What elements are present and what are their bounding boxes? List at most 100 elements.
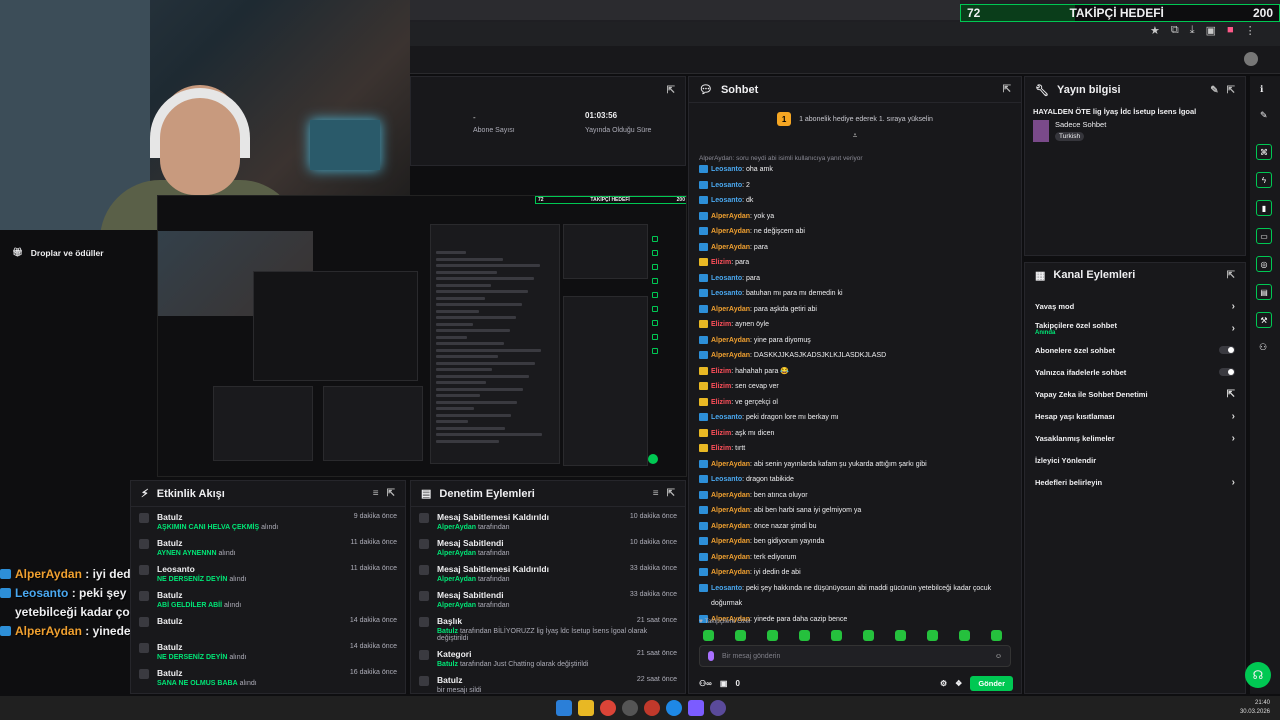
chat-message[interactable]: Elizim: para <box>689 255 1021 271</box>
opera-icon[interactable] <box>644 700 660 716</box>
bolt-icon[interactable]: ϟ <box>1256 172 1272 188</box>
chevron-down-icon[interactable]: ⩡ <box>689 131 1021 141</box>
channel-action-3[interactable]: Abonelere özel sohbet <box>1025 339 1245 361</box>
channel-action-7[interactable]: Yasaklanmış kelimeler › <box>1025 427 1245 449</box>
channel-action-5[interactable]: Yapay Zeka ile Sohbet Denetimi ⇱ <box>1025 383 1245 405</box>
popout-icon[interactable]: ⇱ <box>667 488 675 499</box>
toggle-switch[interactable] <box>1219 346 1235 354</box>
chat-username[interactable]: Leosanto <box>711 585 742 592</box>
extensions-icon[interactable]: ⧉ <box>1171 24 1179 37</box>
chat-username[interactable]: AlperAydan <box>711 461 750 468</box>
chat-username[interactable]: AlperAydan <box>711 352 750 359</box>
emote-icon[interactable] <box>831 630 842 641</box>
send-button[interactable]: Gönder <box>970 675 1013 691</box>
chat-username[interactable]: Leosanto <box>711 166 742 173</box>
mod-action-item[interactable]: Batulz bir mesajı sildi 22 saat önce <box>411 670 685 696</box>
filter-icon[interactable]: ≡ <box>373 488 379 499</box>
activity-item[interactable]: Batulz SANA NE OLMUS BABA alındı 16 dakika… <box>131 663 405 689</box>
broadcast-icon[interactable]: ◎ <box>1256 256 1272 272</box>
chat-icon[interactable]: ▭ <box>1256 228 1272 244</box>
chat-username[interactable]: Elizim <box>711 399 731 406</box>
users-icon[interactable]: ⚇∞ <box>699 679 712 688</box>
chat-username[interactable]: AlperAydan <box>711 507 750 514</box>
chat-username[interactable]: Elizim <box>711 259 731 266</box>
chat-username[interactable]: AlperAydan <box>711 213 750 220</box>
popout-icon[interactable]: ⇱ <box>1227 270 1235 281</box>
mod-action-item[interactable]: Kategori Batulz tarafından Just Chatting … <box>411 644 685 670</box>
channel-action-4[interactable]: Yalnızca ifadelerle sohbet <box>1025 361 1245 383</box>
mod-action-item[interactable]: Mesaj Sabitlendi AlperAydan tarafından 10 … <box>411 533 685 559</box>
mod-action-item[interactable]: Mesaj Sabitlemesi Kaldırıldı AlperAydan t… <box>411 559 685 585</box>
chat-message[interactable]: AlperAydan: ben atınca oluyor <box>689 488 1021 504</box>
emoji-icon[interactable]: ☺ <box>995 653 1002 660</box>
chat-username[interactable]: Leosanto <box>711 197 742 204</box>
chat-username[interactable]: Leosanto <box>711 182 742 189</box>
bookmark-icon[interactable]: ▮ <box>1256 200 1272 216</box>
activity-item[interactable]: Batulz AYNEN AYNENNN alındı 11 dakika önce <box>131 533 405 559</box>
avatar[interactable] <box>1244 52 1258 66</box>
chat-username[interactable]: Leosanto <box>711 414 742 421</box>
popout-icon[interactable]: ⇱ <box>667 85 675 96</box>
chat-message[interactable]: Elizim: ve gerçekçi ol <box>689 395 1021 411</box>
chat-username[interactable]: Elizim <box>711 368 731 375</box>
chat-message[interactable]: AlperAydan: para <box>689 240 1021 256</box>
chat-message[interactable]: Leosanto: peki dragon lore mı berkay mı <box>689 410 1021 426</box>
emote-icon[interactable] <box>735 630 746 641</box>
activity-item[interactable]: Batulz ABİ GELDİLER ABİİ alındı <box>131 585 405 611</box>
chat-message[interactable]: Leosanto: peki şey hakkında ne düşünüyos… <box>689 581 1021 612</box>
activity-item[interactable]: Batulz 14 dakika önce <box>131 611 405 637</box>
chat-message[interactable]: AlperAydan: para aşkda getiri abi <box>689 302 1021 318</box>
activity-item[interactable]: Batulz AŞKIMIN CANI HELVA ÇEKMİŞ alındı 9 … <box>131 507 405 533</box>
download-icon[interactable]: ⤓ <box>1190 24 1195 37</box>
chat-message[interactable]: Leosanto: 2 <box>689 178 1021 194</box>
layout-icon[interactable]: ▤ <box>1256 284 1272 300</box>
obs-icon[interactable] <box>710 700 726 716</box>
tag-pill[interactable]: Turkish <box>1055 132 1085 141</box>
popout-icon[interactable]: ⇱ <box>1227 85 1235 96</box>
gear-icon[interactable]: ⚙ <box>940 679 947 688</box>
chat-message[interactable]: AlperAydan: abi senin yayınlarda kafam ş… <box>689 457 1021 473</box>
emote-icon[interactable] <box>959 630 970 641</box>
chrome-icon[interactable] <box>600 700 616 716</box>
pencil-icon[interactable]: ✎ <box>1260 110 1268 121</box>
chat-username[interactable]: AlperAydan <box>711 492 750 499</box>
emote-icon[interactable] <box>895 630 906 641</box>
chat-message[interactable]: Leosanto: dragon tabikide <box>689 472 1021 488</box>
chat-username[interactable]: Elizim <box>711 321 731 328</box>
sidebar-item-drops[interactable]: 🎁︎ Droplar ve ödüller <box>0 230 130 275</box>
chat-message[interactable]: AlperAydan: ben gidiyorum yayında <box>689 534 1021 550</box>
browser-tab-strip[interactable] <box>410 0 960 20</box>
chat-username[interactable]: Elizim <box>711 383 731 390</box>
tool-icon[interactable]: ⚒ <box>1256 312 1272 328</box>
chat-message[interactable]: Leosanto: para <box>689 271 1021 287</box>
chat-username[interactable]: AlperAydan <box>711 523 750 530</box>
chat-input[interactable]: Bir mesaj gönderin ☺ <box>699 645 1011 667</box>
chat-message[interactable]: Elizim: sen cevap ver <box>689 379 1021 395</box>
mod-action-item[interactable]: Mesaj Sabitlendi AlperAydan tarafından 33 … <box>411 585 685 611</box>
popout-icon[interactable]: ⇱ <box>387 488 395 499</box>
channel-action-9[interactable]: Hedefleri belirleyin › <box>1025 471 1245 493</box>
discord-icon[interactable] <box>688 700 704 716</box>
chat-message[interactable]: Elizim: hahahah para 😂 <box>689 364 1021 380</box>
channel-action-6[interactable]: Hesap yaşı kısıtlaması › <box>1025 405 1245 427</box>
channel-action-2[interactable]: Takipçilere özel sohbet Anında › <box>1025 317 1245 339</box>
clip-icon[interactable]: ⌘ <box>1256 144 1272 160</box>
chat-username[interactable]: Elizim <box>711 430 731 437</box>
chat-message[interactable]: Elizim: aynen öyle <box>689 317 1021 333</box>
chat-message[interactable]: AlperAydan: iyi dedin de abi <box>689 565 1021 581</box>
activity-item[interactable]: Batulz NE DERSENİZ DEYİN alındı 14 dakika … <box>131 637 405 663</box>
category-name[interactable]: Sadece Sohbet <box>1055 120 1106 129</box>
settings-icon[interactable] <box>622 700 638 716</box>
menu-icon[interactable]: ⋮ <box>1245 24 1256 37</box>
chat-message[interactable]: AlperAydan: abi ben harbi sana iyi gelmi… <box>689 503 1021 519</box>
chat-message[interactable]: AlperAydan: ne değişcem abi <box>689 224 1021 240</box>
emote-icon[interactable] <box>927 630 938 641</box>
profile-icon[interactable]: ■ <box>1227 24 1234 37</box>
start-icon[interactable] <box>556 700 572 716</box>
gift-icon[interactable]: ❖ <box>955 679 962 688</box>
chat-username[interactable]: Leosanto <box>711 290 742 297</box>
chat-message[interactable]: Elizim: tırtt <box>689 441 1021 457</box>
mod-action-item[interactable]: Başlık Batulz tarafından BİLİYORUZZ lig İ… <box>411 611 685 644</box>
star-icon[interactable]: ★ <box>1150 24 1160 37</box>
info-icon[interactable]: ℹ <box>1260 84 1263 95</box>
